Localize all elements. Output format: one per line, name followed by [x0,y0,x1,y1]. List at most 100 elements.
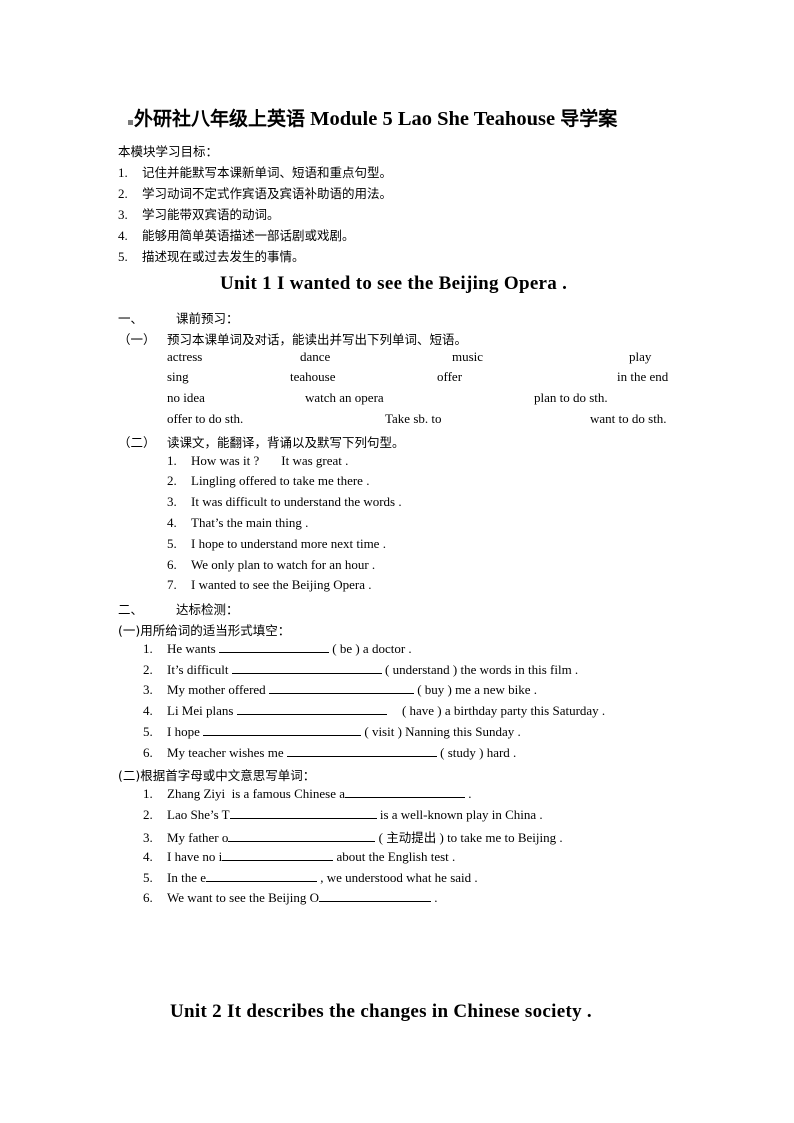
item-text: 学习动词不定式作宾语及宾语补助语的用法。 [142,186,393,201]
vocab-word: music [452,349,484,364]
item-number: 1. [143,641,153,656]
item-text: 能够用简单英语描述一部话剧或戏剧。 [142,228,355,243]
item-text-before: I hope [167,724,200,739]
chinese-hint: 主动提出 [386,830,437,845]
answer-blank[interactable] [228,829,376,842]
sentence-item: 2. Lingling offered to take me there . [167,473,369,489]
item-number: 4. [167,515,177,530]
sub2-text: 读课文，能翻译，背诵以及默写下列句型。 [167,435,405,450]
write-word-item: 1. Zhang Ziyi is a famous Chinese a . [143,785,472,802]
item-text: 描述现在或过去发生的事情。 [142,249,305,264]
title-en-middle: Module 5 Lao She Teahouse [310,108,556,130]
objective-item: 2. 学习动词不定式作宾语及宾语补助语的用法。 [118,183,392,203]
vocab-word: dance [300,349,331,364]
item-text: 记住并能默写本课新单词、短语和重点句型。 [142,165,393,180]
sentence-item: 3. It was difficult to understand the wor… [167,494,402,510]
objective-item: 5. 描述现在或过去发生的事情。 [118,246,305,266]
item-text-before: Lao She’s T [167,807,230,822]
vocab-word: sing [167,369,189,384]
fill-in-item: 6. My teacher wishes me ( study ) hard . [143,744,516,761]
fill-in-heading: (一)用所给词的适当形式填空： [118,623,291,638]
item-number: 1. [167,453,177,468]
item-text-before: My mother offered [167,682,266,697]
item-text-before: My father o [167,830,229,845]
answer-blank[interactable] [319,889,432,902]
write-word-item: 3. My father o ( 主动提出 ) to take me to Bei… [143,827,563,846]
item-number: 2. [143,662,153,677]
sub1-number: （一） [118,332,156,347]
item-text-after: . [434,890,438,905]
fill-in-item: 2. It’s difficult ( understand ) the word… [143,661,578,678]
item-text-after: ( buy ) me a new bike . [417,682,538,697]
fill-in-item: 4. Li Mei plans ( have ) a birthday party… [143,702,605,719]
item-text-after: ( visit ) Nanning this Sunday . [364,724,521,739]
vocab-word: want to do sth. [590,411,667,426]
item-text-after: . [468,786,472,801]
sentence-item: 4. That’s the main thing . [167,515,308,531]
answer-blank[interactable] [345,785,465,798]
item-text-before: He wants [167,641,216,656]
item-text-before: Zhang Ziyi is a famous Chinese a [167,786,345,801]
sentence-text: I hope to understand more next time . [191,536,386,551]
section1-label: 课前预习： [176,311,239,326]
sentence-item: 5. I hope to understand more next time . [167,536,386,552]
write-word-item: 4. I have no i about the English test . [143,848,455,865]
write-word-item: 2. Lao She’s T is a well-known play in Ch… [143,806,543,823]
item-text-before: In the e [167,870,206,885]
answer-blank[interactable] [236,702,387,715]
answer-blank[interactable] [229,806,377,819]
item-text-after: , we understood what he said . [320,870,478,885]
write-word-item: 5. In the e , we understood what he said … [143,869,478,886]
objective-item: 4. 能够用简单英语描述一部话剧或戏剧。 [118,225,355,245]
answer-blank[interactable] [231,661,382,674]
answer-blank[interactable] [203,723,362,736]
item-number: 4. [143,703,153,718]
answer-blank[interactable] [222,848,334,861]
item-number: 7. [167,577,177,592]
sub2-number: （二） [118,435,156,450]
objective-item: 1. 记住并能默写本课新单词、短语和重点句型。 [118,162,392,182]
item-number: 4. [118,228,128,243]
item-number: 6. [143,745,153,760]
bullet-mark-icon [128,120,133,125]
item-number: 2. [167,473,177,488]
unit2-title: Unit 2 It describes the changes in Chine… [170,1001,592,1022]
vocab-word: actress [167,349,203,364]
fill-in-item: 5. I hope ( visit ) Nanning this Sunday . [143,723,521,740]
item-text-after: about the English test . [336,849,456,864]
sentence-text: Lingling offered to take me there . [191,473,370,488]
sentence-item: 6. We only plan to watch for an hour . [167,557,375,573]
section1-number: 一、 [118,311,144,326]
item-number: 6. [167,557,177,572]
item-number: 1. [143,786,153,801]
document-page: 外研社八年级上英语 Module 5 Lao She Teahouse 导学案 … [0,0,794,1123]
fill-in-item: 1. He wants ( be ) a doctor . [143,640,412,657]
item-number: 6. [143,890,153,905]
vocab-word: offer to do sth. [167,411,244,426]
item-number: 2. [143,807,153,822]
answer-blank[interactable] [205,869,317,882]
item-text-before: We want to see the Beijing O [167,890,320,905]
answer-blank[interactable] [268,681,414,694]
item-number: 5. [167,536,177,551]
fill-in-item: 3. My mother offered ( buy ) me a new bik… [143,681,537,698]
sentence-text: How was it ? [191,453,260,468]
vocab-word: teahouse [290,369,336,384]
sentence-text: That’s the main thing . [191,515,309,530]
item-text: 学习能带双宾语的动词。 [142,207,280,222]
sentence-text: It was difficult to understand the words… [191,494,402,509]
objective-item: 3. 学习能带双宾语的动词。 [118,204,280,224]
item-number: 3. [143,682,153,697]
item-number: 1. [118,165,128,180]
vocab-word: play [629,349,652,364]
sentence-item: 7. I wanted to see the Beijing Opera . [167,577,372,593]
answer-blank[interactable] [286,744,437,757]
section2-number: 二、 [118,602,144,617]
title-cn-prefix: 外研社八年级上英语 [134,108,306,130]
item-text-after: ( be ) a doctor . [332,641,412,656]
item-text-after: ( study ) hard . [440,745,517,760]
title-cn-suffix: 导学案 [560,108,618,130]
answer-blank[interactable] [219,640,329,653]
item-number: 5. [118,249,128,264]
sentence-text-extra: It was great . [281,453,349,468]
